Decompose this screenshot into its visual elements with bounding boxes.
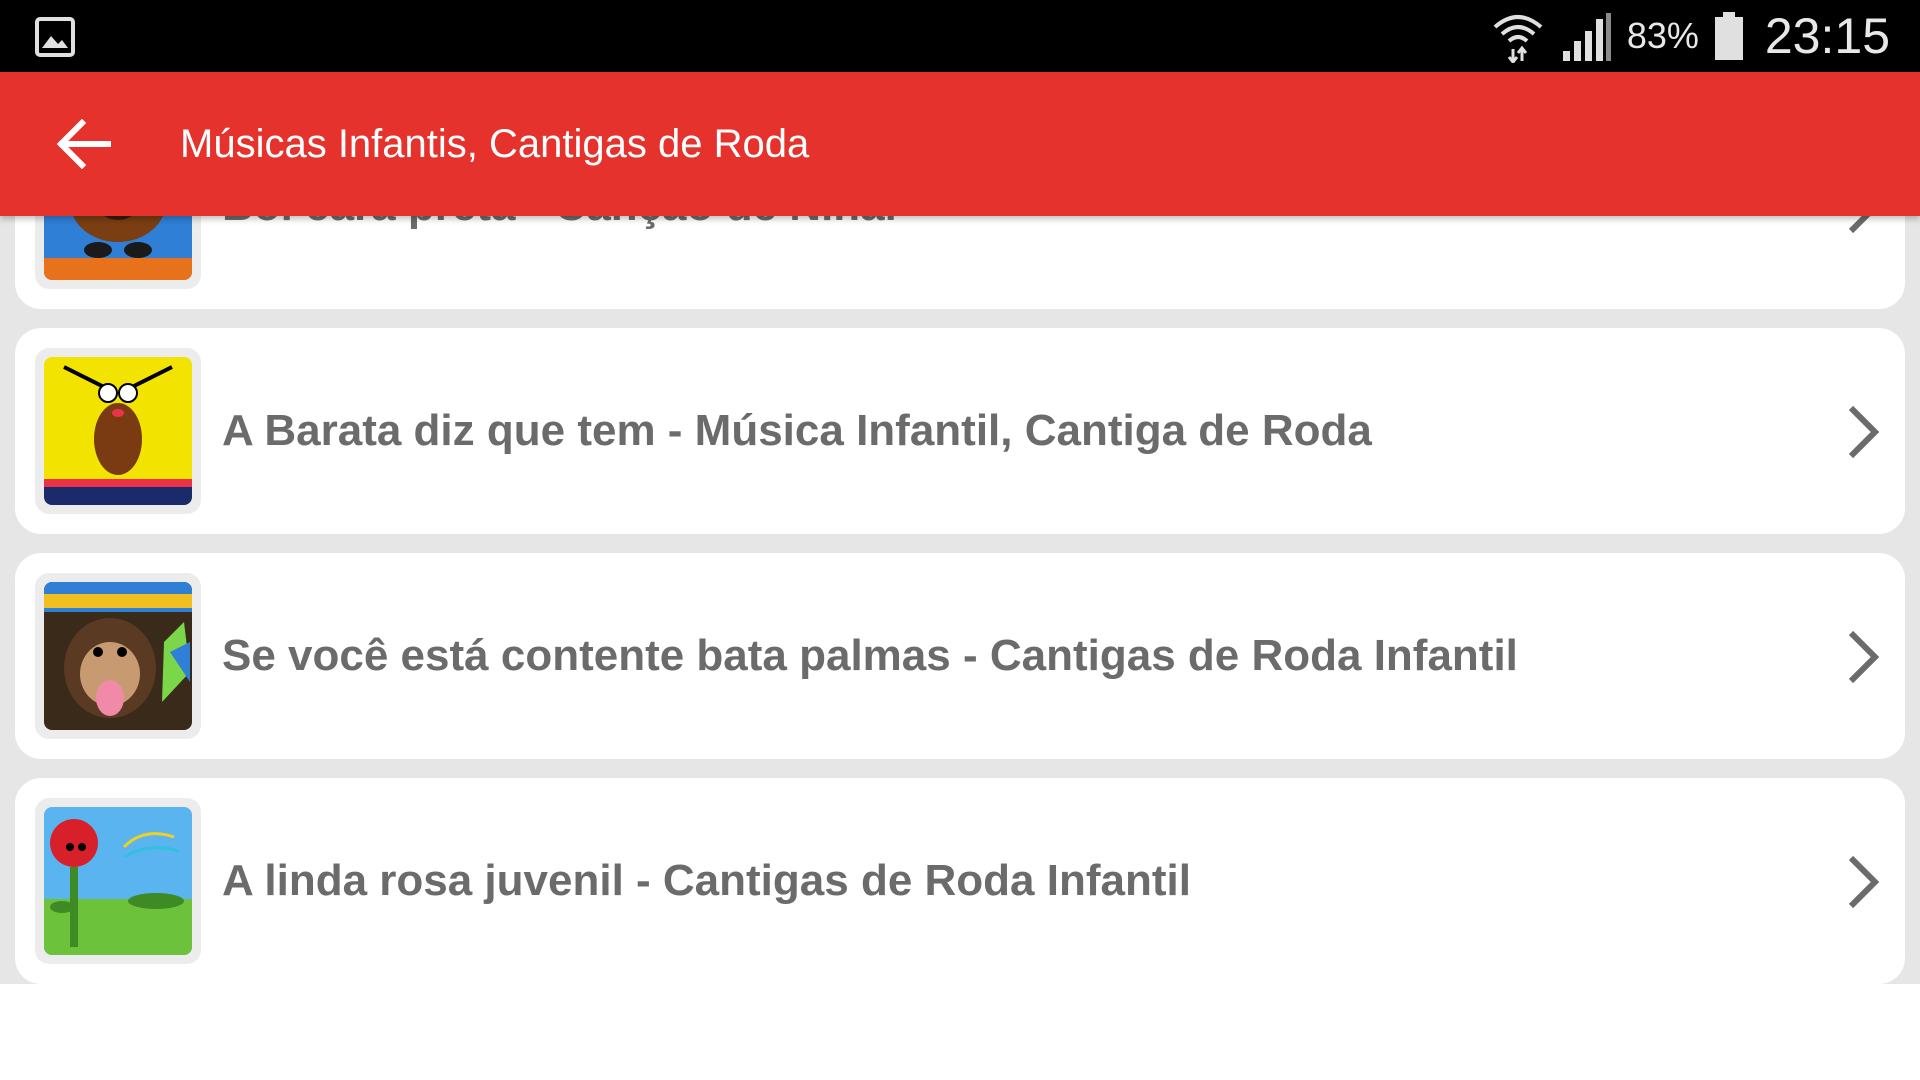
rose-thumbnail-icon (44, 807, 192, 955)
battery-percent: 83% (1626, 15, 1699, 56)
signal-icon (1562, 13, 1611, 61)
page-title: Músicas Infantis, Cantigas de Roda (180, 122, 810, 166)
barata-thumbnail-icon (44, 357, 192, 505)
chevron-right-icon (1848, 405, 1880, 459)
bottom-blank-area (0, 984, 1920, 1080)
monkey-thumbnail-icon (44, 582, 192, 730)
chevron-right-icon (1848, 630, 1880, 684)
list-item-title: Se você está contente bata palmas - Cant… (222, 631, 1518, 680)
thumbnail-frame (35, 216, 201, 289)
back-button[interactable] (44, 108, 124, 180)
boi-thumbnail-icon (44, 216, 192, 280)
battery-icon (1714, 12, 1743, 60)
list-item-a-barata[interactable]: A Barata diz que tem - Música Infantil, … (15, 328, 1905, 534)
wifi-icon (1493, 15, 1543, 63)
app-toolbar: Músicas Infantis, Cantigas de Roda (0, 72, 1920, 216)
list-item-bata-palmas[interactable]: Se você está contente bata palmas - Cant… (15, 553, 1905, 759)
gallery-icon (35, 17, 75, 57)
chevron-right-icon (1848, 855, 1880, 909)
thumbnail-frame (35, 798, 201, 964)
list-item-title: A Barata diz que tem - Música Infantil, … (222, 406, 1372, 455)
status-indicators: 83% 23:15 (1491, 0, 1890, 72)
chevron-right-icon (1848, 216, 1871, 234)
list-item-boi-cara-preta[interactable]: Boi cara preta - Canção de Ninar (15, 216, 1905, 309)
status-bar: 83% 23:15 (0, 0, 1920, 72)
song-list[interactable]: Boi cara preta - Canção de Ninar A Barat (0, 216, 1920, 984)
arrow-left-icon (56, 119, 111, 169)
list-item-title: Boi cara preta - Canção de Ninar (222, 216, 902, 309)
list-item-linda-rosa-juvenil[interactable]: A linda rosa juvenil - Cantigas de Roda … (15, 778, 1905, 984)
thumbnail-frame (35, 573, 201, 739)
list-item-title: A linda rosa juvenil - Cantigas de Roda … (222, 856, 1191, 905)
thumbnail-frame (35, 348, 201, 514)
clock: 23:15 (1764, 8, 1890, 64)
